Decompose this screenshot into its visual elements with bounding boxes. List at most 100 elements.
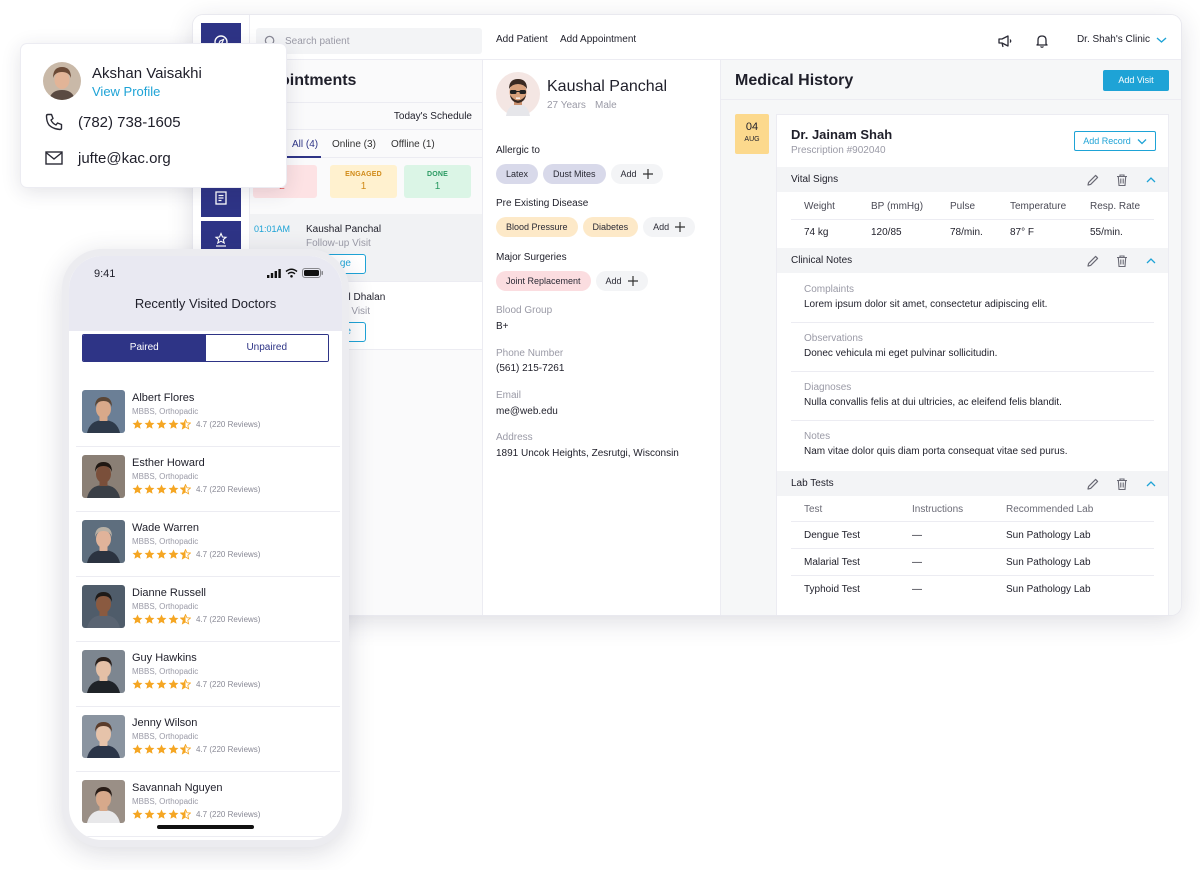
clinic-selector[interactable]: Dr. Shah's Clinic: [1077, 34, 1167, 45]
rating-text: 4.7 (220 Reviews): [196, 810, 261, 819]
trash-icon[interactable]: [1115, 173, 1129, 187]
doctor-specialty: MBBS, Orthopadic: [132, 797, 199, 806]
contact-phone: (782) 738-1605: [78, 113, 181, 131]
rating-text: 4.7 (220 Reviews): [196, 745, 261, 754]
trash-icon[interactable]: [1115, 477, 1129, 491]
blood-group-value: B+: [496, 321, 509, 332]
mail-icon: [45, 151, 63, 165]
add-record-button[interactable]: Add Record: [1074, 131, 1156, 151]
vitals-header: Weight: [804, 201, 835, 212]
star-icon: [180, 549, 191, 560]
tab-all[interactable]: All (4): [292, 139, 318, 150]
star-icon: [144, 549, 155, 559]
schedule-selector[interactable]: Today's Schedule: [394, 111, 472, 122]
star-icon: [144, 419, 155, 429]
tab-underline: [287, 156, 321, 158]
megaphone-icon[interactable]: [997, 33, 1013, 49]
unpaired-tab[interactable]: Unpaired: [205, 335, 328, 361]
chevron-up-icon[interactable]: [1144, 254, 1158, 268]
star-icon: [168, 679, 179, 689]
doctor-name: Esther Howard: [132, 457, 205, 469]
doctor-photo: [82, 455, 125, 498]
lab-cell: Sun Pathology Lab: [1006, 530, 1091, 541]
lab-header: Instructions: [912, 504, 964, 515]
star-icon: [132, 549, 143, 559]
surgery-chip[interactable]: Joint Replacement: [496, 271, 591, 291]
allergy-chip[interactable]: Latex: [496, 164, 539, 184]
plus-icon: [642, 169, 653, 179]
add-label: Add: [653, 222, 670, 232]
stat-done[interactable]: DONE 1: [404, 165, 471, 198]
star-icon: [180, 809, 191, 820]
patient-avatar: [496, 72, 540, 116]
list-item[interactable]: Esther Howard MBBS, Orthopadic 4.7 (220 Re…: [76, 448, 340, 512]
star-icon: [132, 419, 143, 429]
bell-icon[interactable]: [1034, 33, 1050, 49]
contact-phone-row[interactable]: (782) 738-1605: [44, 112, 181, 132]
star-icon: [168, 744, 179, 754]
star-icon: [156, 549, 167, 559]
trash-icon[interactable]: [1115, 254, 1129, 268]
add-record-label: Add Record: [1083, 136, 1131, 146]
contact-email-row[interactable]: jufte@kac.org: [44, 148, 171, 168]
lab-header: Recommended Lab: [1006, 504, 1094, 515]
add-allergy-button[interactable]: Add: [610, 164, 663, 184]
phone-icon: [45, 113, 63, 131]
email-label: Email: [496, 390, 522, 401]
search-input[interactable]: [285, 35, 465, 47]
battery-icon: [302, 268, 323, 278]
doctor-specialty: MBBS, Orthopadic: [132, 732, 199, 741]
list-item[interactable]: Albert Flores MBBS, Orthopadic 4.7 (220 Re…: [76, 383, 340, 447]
divider: [791, 521, 1154, 522]
pencil-icon[interactable]: [1086, 254, 1100, 268]
pencil-icon[interactable]: [1086, 477, 1100, 491]
doctor-photo: [82, 650, 125, 693]
view-profile-link[interactable]: View Profile: [92, 84, 160, 99]
star-icon: [132, 484, 143, 494]
add-disease-button[interactable]: Add: [643, 217, 696, 237]
appointments-title: ointments: [280, 72, 357, 89]
patient-panel: Kaushal Panchal 27 Years Male Allergic t…: [483, 60, 721, 615]
star-icon: [144, 614, 155, 624]
list-item[interactable]: Dianne Russell MBBS, Orthopadic 4.7 (220 R…: [76, 578, 340, 642]
star-icon: [144, 679, 155, 689]
doctor-photo: [82, 390, 125, 433]
list-item[interactable]: Jenny Wilson MBBS, Orthopadic 4.7 (220 Rev…: [76, 708, 340, 772]
add-visit-button[interactable]: Add Visit: [1103, 70, 1169, 91]
chevron-up-icon[interactable]: [1144, 477, 1158, 491]
paired-tab[interactable]: Paired: [83, 335, 206, 361]
note-value: Nulla convallis felis at dui ultricies, …: [804, 397, 1062, 408]
tab-online[interactable]: Online (3): [332, 139, 376, 150]
medical-history-title: Medical History: [735, 72, 854, 89]
visit-card: Dr. Jainam Shah Prescription #902040 Add…: [776, 114, 1169, 615]
star-icon: [168, 419, 179, 429]
pair-toggle: Paired Unpaired: [82, 334, 329, 362]
vital-signs-title: Vital Signs: [791, 174, 839, 185]
disease-chips: Blood Pressure Diabetes Add: [496, 217, 696, 237]
tab-offline[interactable]: Offline (1): [391, 139, 435, 150]
add-surgery-button[interactable]: Add: [595, 271, 648, 291]
star-icon: [156, 614, 167, 624]
note-value: Lorem ipsum dolor sit amet, consectetur …: [804, 299, 1048, 310]
clinic-name: Dr. Shah's Clinic: [1076, 34, 1150, 45]
lab-cell: Malarial Test: [804, 557, 860, 568]
vitals-value: 120/85: [871, 227, 902, 238]
disease-chip[interactable]: Diabetes: [582, 217, 639, 237]
list-item[interactable]: Guy Hawkins MBBS, Orthopadic 4.7 (220 Revi…: [76, 643, 340, 707]
list-item[interactable]: Wade Warren MBBS, Orthopadic 4.7 (220 Revi…: [76, 513, 340, 577]
doctor-rating: 4.7 (220 Reviews): [132, 549, 260, 560]
vitals-header: BP (mmHg): [871, 201, 924, 212]
allergy-chip[interactable]: Dust Mites: [543, 164, 606, 184]
chevron-up-icon[interactable]: [1144, 173, 1158, 187]
star-icon: [144, 484, 155, 494]
doctor-name: Dr. Jainam Shah: [791, 127, 893, 142]
disease-chip[interactable]: Blood Pressure: [496, 217, 578, 237]
doctor-photo: [82, 585, 125, 628]
add-appointment-link[interactable]: Add Appointment: [560, 34, 636, 45]
doctor-photo: [82, 715, 125, 758]
pencil-icon[interactable]: [1086, 173, 1100, 187]
contact-card: Akshan Vaisakhi View Profile (782) 738-1…: [21, 44, 286, 187]
lab-cell: Dengue Test: [804, 530, 860, 541]
stat-engaged[interactable]: ENGAGED 1: [330, 165, 397, 198]
add-patient-link[interactable]: Add Patient: [496, 34, 548, 45]
